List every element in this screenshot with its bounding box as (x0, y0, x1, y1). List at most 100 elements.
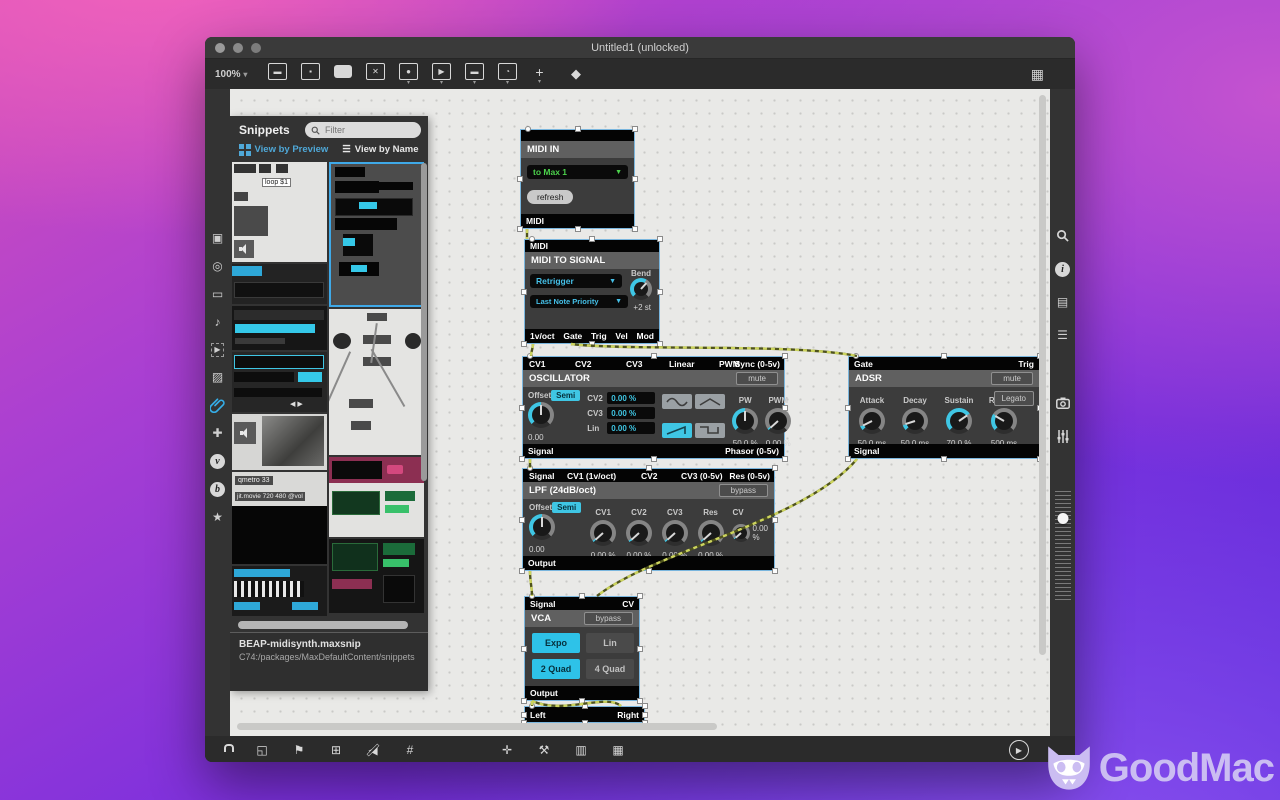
selection-handle[interactable] (845, 456, 851, 462)
lpf-cv2-knob[interactable] (625, 520, 652, 546)
module-vca[interactable]: Signal CV VCA bypass Expo Lin 2 Quad 4 Qu… (521, 593, 643, 704)
piano-icon[interactable]: ▥ (573, 743, 589, 757)
selection-handle[interactable] (772, 465, 778, 471)
lpf-res-knob[interactable] (697, 520, 724, 546)
console-icon[interactable]: ☰ (1057, 328, 1068, 343)
gain-slider-knob[interactable] (1057, 513, 1068, 524)
selection-handle[interactable] (521, 711, 527, 718)
audio-status-icon[interactable]: ◎ (212, 259, 222, 274)
wave-square-button[interactable] (695, 422, 726, 438)
selection-handle[interactable] (941, 456, 947, 462)
reference-icon[interactable]: ▤ (1057, 295, 1068, 310)
lpf-bypass-button[interactable]: bypass (718, 484, 768, 497)
favorites-icon[interactable]: ★ (212, 510, 223, 525)
refresh-button[interactable]: refresh (527, 190, 574, 204)
layers-icon[interactable]: ⊞ (328, 743, 344, 757)
selection-handle[interactable] (525, 126, 531, 132)
snippets-icon[interactable] (209, 398, 225, 414)
view-by-name-tab[interactable]: ☰ View by Name (342, 144, 418, 155)
osc-semi-toggle[interactable]: Semi (551, 390, 581, 401)
osc-lin-numbox[interactable]: 0.00 % (607, 422, 656, 434)
inspector-icon[interactable]: i (1055, 262, 1070, 277)
sustain-knob[interactable] (946, 408, 972, 434)
audio-mute-icon[interactable]: ◀ (365, 743, 381, 757)
selection-handle[interactable] (650, 456, 657, 462)
release-knob[interactable] (991, 408, 1017, 434)
lpf-semi-toggle[interactable]: Semi (552, 502, 582, 513)
module-oscillator[interactable]: CV1 CV2 CV3 Linear PWM Sync (0-5v) OSCIL… (519, 353, 792, 462)
wrench-icon[interactable]: ⚒ (536, 743, 552, 757)
snippets-vertical-scrollbar[interactable] (421, 162, 427, 481)
selection-handle[interactable] (521, 288, 527, 295)
selection-handle[interactable] (650, 353, 657, 359)
selection-handle[interactable] (782, 456, 788, 462)
snippets-filter[interactable] (305, 122, 421, 138)
snippet-thumbnail[interactable] (232, 263, 327, 304)
selection-handle[interactable] (657, 288, 663, 295)
message-box-icon[interactable]: ▪ (301, 63, 320, 85)
canvas-horizontal-scrollbar[interactable] (237, 723, 717, 730)
osc-cv3-numbox[interactable]: 0.00 % (607, 407, 656, 419)
snippet-thumbnail[interactable] (232, 565, 327, 616)
module-midi-in[interactable]: MIDI IN to Max 1 ▼ refresh MIDI (517, 126, 638, 232)
module-stereo-out[interactable]: Left Right (521, 703, 648, 726)
module-midi-to-signal[interactable]: MIDI MIDI TO SIGNAL Retrigger ▼ Last Note… (521, 236, 663, 347)
snippet-thumbnail-selected[interactable] (329, 161, 424, 307)
wave-sine-button[interactable] (662, 394, 693, 409)
selection-handle[interactable] (519, 516, 525, 523)
object-list-icon[interactable]: ▭ (212, 287, 223, 302)
selection-handle[interactable] (645, 465, 652, 471)
retrigger-dropdown[interactable]: Retrigger ▼ (530, 274, 622, 288)
selection-handle[interactable] (782, 353, 788, 359)
midi-device-dropdown[interactable]: to Max 1 ▼ (527, 165, 628, 179)
selection-handle[interactable] (645, 568, 652, 574)
plugins-icon[interactable]: ✚ (212, 426, 222, 441)
selection-handle[interactable] (529, 593, 535, 599)
stepseq-icon[interactable]: ▦ (610, 743, 626, 757)
selection-handle[interactable] (782, 404, 788, 411)
selection-handle[interactable] (529, 236, 535, 242)
selection-handle[interactable] (632, 226, 638, 232)
selection-handle[interactable] (589, 236, 595, 242)
selection-handle[interactable] (941, 353, 947, 359)
view-by-preview-tab[interactable]: View by Preview (239, 144, 328, 156)
audio-files-icon[interactable]: ♪ (215, 315, 221, 330)
selection-handle[interactable] (632, 176, 638, 182)
probe-icon[interactable]: ✛ (499, 743, 515, 757)
beap-icon[interactable]: b (210, 482, 225, 497)
selection-handle[interactable] (772, 516, 778, 523)
button-icon[interactable]: ● ▾ (399, 63, 418, 86)
selection-handle[interactable] (519, 404, 525, 411)
osc-pwm-knob[interactable] (765, 408, 792, 434)
selection-handle[interactable] (853, 353, 859, 359)
lpf-cv-knob[interactable] (732, 524, 751, 542)
snippet-thumbnail[interactable] (329, 456, 424, 537)
module-adsr[interactable]: Gate Trig ADSRmute Attack 50.0 ms Decay (845, 353, 1043, 462)
pointer-select-icon[interactable]: ◱ (254, 743, 270, 757)
add-object-icon[interactable]: + ▾ (531, 64, 548, 86)
gain-slider[interactable] (1050, 491, 1075, 603)
dial-icon[interactable]: ◔ ▾ (498, 63, 517, 86)
bend-knob[interactable] (630, 278, 652, 300)
selection-handle[interactable] (632, 126, 638, 132)
selection-handle[interactable] (579, 593, 585, 599)
video-files-icon[interactable]: ▶ (211, 343, 224, 357)
legato-button[interactable]: Legato (993, 391, 1034, 406)
snippets-horizontal-scrollbar[interactable] (238, 621, 408, 629)
snippet-thumbnail[interactable] (232, 305, 327, 350)
presentation-icon[interactable]: ⚑ (291, 743, 307, 757)
selection-handle[interactable] (521, 645, 527, 652)
snapshot-icon[interactable] (1055, 397, 1070, 412)
lpf-offset-knob[interactable] (529, 514, 555, 540)
wave-saw-button[interactable] (662, 422, 693, 438)
decay-knob[interactable] (902, 408, 928, 434)
vca-4quad-button[interactable]: 4 Quad (586, 659, 634, 679)
selection-handle[interactable] (521, 341, 527, 347)
snippet-thumbnail[interactable] (329, 308, 424, 455)
filter-input[interactable] (323, 124, 397, 136)
playbar-icon[interactable]: ▶ ▾ (432, 63, 451, 86)
adsr-mute-button[interactable]: mute (991, 372, 1033, 385)
osc-pw-knob[interactable] (732, 408, 759, 434)
osc-cv2-numbox[interactable]: 0.00 % (607, 392, 656, 404)
selection-handle[interactable] (772, 568, 778, 574)
